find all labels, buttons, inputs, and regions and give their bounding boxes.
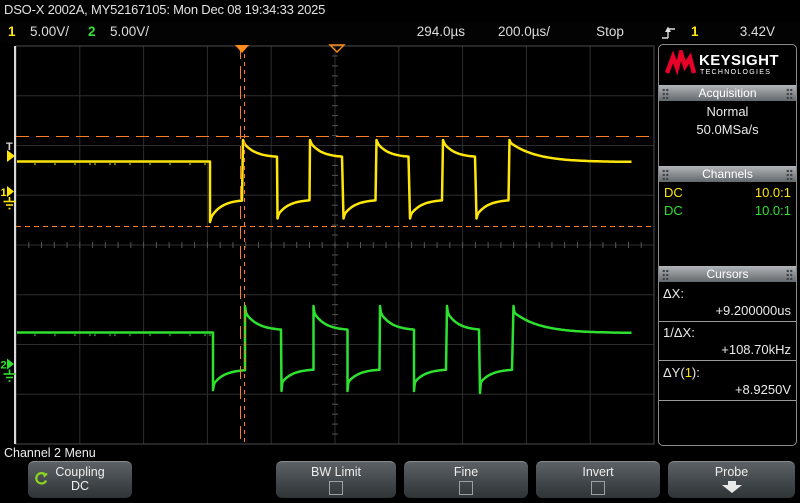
keysight-logo: KEYSIGHT TECHNOLOGIES: [659, 45, 796, 85]
timebase-readout[interactable]: 200.0µs/: [478, 22, 550, 42]
marker-label: 2: [1, 360, 7, 372]
delta-x-value: +9.200000us: [715, 302, 791, 319]
softkey-label: Invert: [536, 465, 660, 479]
ch1-probe-ratio: 10.0:1: [755, 184, 791, 201]
softkey-probe[interactable]: Probe: [668, 461, 795, 498]
grip-dots-icon: [662, 269, 669, 280]
softkey-label: BW Limit: [276, 465, 396, 479]
time-cursor-marker[interactable]: [235, 45, 249, 53]
cursor-separator: [659, 321, 796, 322]
trigger-source[interactable]: 1: [691, 22, 699, 42]
acquisition-header-label: Acquisition: [669, 86, 786, 100]
grip-dots-icon: [786, 269, 793, 280]
ch1-scale[interactable]: 5.00V/: [30, 22, 69, 42]
cursor-separator: [659, 400, 796, 401]
oscilloscope-screen: DSO-X 2002A, MY52167105: Mon Dec 08 19:3…: [0, 0, 800, 503]
ch1-waveform: [17, 140, 632, 222]
inverse-delta-x-label: 1/ΔX:: [663, 324, 695, 341]
grip-dots-icon: [662, 169, 669, 180]
trigger-level[interactable]: 3.42V: [715, 22, 775, 42]
info-panel: KEYSIGHT TECHNOLOGIES Acquisition Normal…: [658, 44, 797, 446]
softkey-fine[interactable]: Fine: [404, 461, 528, 498]
channels-header-label: Channels: [669, 167, 786, 181]
acquisition-mode: Normal: [659, 103, 796, 120]
brand-subtitle: TECHNOLOGIES: [700, 69, 771, 76]
ch2-number[interactable]: 2: [88, 22, 96, 42]
softkey-coupling[interactable]: Coupling DC: [28, 461, 132, 498]
down-arrow-icon: [721, 481, 743, 493]
delay-readout[interactable]: 294.0µs: [380, 22, 465, 42]
ch2-scale[interactable]: 5.00V/: [110, 22, 149, 42]
ch1-ground-marker[interactable]: [7, 186, 14, 197]
sample-rate: 50.0MSa/s: [659, 121, 796, 138]
fine-checkbox[interactable]: [459, 481, 473, 495]
ch2-waveform: [17, 306, 632, 393]
delta-x-label: ΔX:: [663, 285, 684, 302]
softkey-invert[interactable]: Invert: [536, 461, 660, 498]
channel1-info-row: DC 10.0:1: [659, 184, 796, 201]
channel2-info-row: DC 10.0:1: [659, 202, 796, 219]
bw-limit-checkbox[interactable]: [329, 481, 343, 495]
softkey-label: Probe: [668, 465, 795, 479]
marker-label: 1: [1, 187, 7, 199]
status-bar: 1 5.00V/ 2 5.00V/ 294.0µs 200.0µs/ Stop …: [0, 22, 800, 42]
ch1-number[interactable]: 1: [8, 22, 16, 42]
cursors-header[interactable]: Cursors: [659, 266, 796, 282]
keysight-spark-icon: [665, 50, 696, 78]
grip-dots-icon: [662, 88, 669, 99]
brand-name: KEYSIGHT: [699, 52, 779, 69]
waveform-display[interactable]: T12: [0, 44, 656, 446]
ch2-probe-ratio: 10.0:1: [755, 202, 791, 219]
cursor-separator: [659, 360, 796, 361]
ch1-coupling: DC: [664, 184, 683, 201]
invert-checkbox[interactable]: [591, 481, 605, 495]
channels-header[interactable]: Channels: [659, 166, 796, 182]
rising-edge-trigger-icon: [662, 25, 676, 40]
delta-y-value: +8.9250V: [735, 381, 791, 398]
grip-dots-icon: [786, 88, 793, 99]
menu-title: Channel 2 Menu: [4, 446, 96, 460]
inverse-delta-x-value: +108.70kHz: [721, 341, 791, 358]
softkey-bw-limit[interactable]: BW Limit: [276, 461, 396, 498]
ch2-coupling: DC: [664, 202, 683, 219]
softkey-label: Fine: [404, 465, 528, 479]
cycle-arrow-icon: [34, 471, 49, 486]
ch2-ground-marker[interactable]: [7, 359, 14, 370]
cursors-header-label: Cursors: [669, 267, 786, 281]
acquisition-header[interactable]: Acquisition: [659, 85, 796, 101]
device-title: DSO-X 2002A, MY52167105: Mon Dec 08 19:3…: [4, 2, 325, 17]
delta-y-label: ΔY(1):: [663, 364, 700, 381]
run-state[interactable]: Stop: [585, 22, 635, 42]
grip-dots-icon: [786, 169, 793, 180]
